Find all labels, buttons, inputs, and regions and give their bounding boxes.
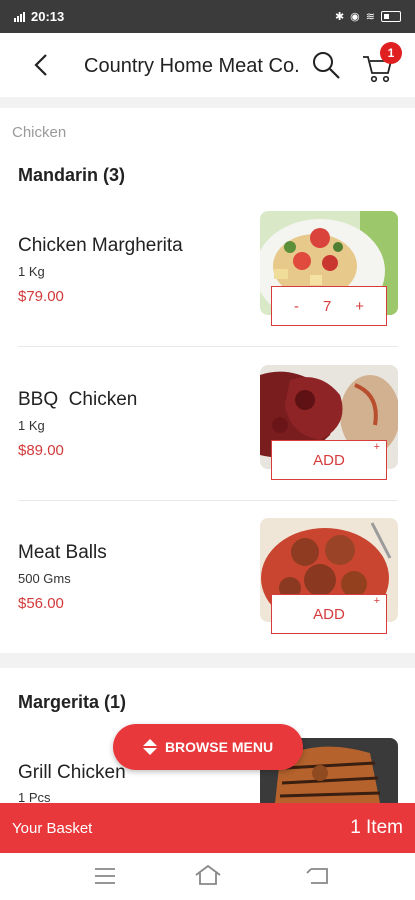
add-to-cart-button[interactable]: ADD + bbox=[271, 440, 387, 480]
browse-menu-label: BROWSE MENU bbox=[164, 739, 274, 755]
home-icon[interactable] bbox=[194, 864, 222, 886]
product-quantity: 1 Kg bbox=[18, 264, 45, 279]
product-name[interactable]: Grill Chicken bbox=[18, 762, 126, 784]
system-nav-bar bbox=[0, 853, 415, 900]
divider bbox=[18, 500, 398, 501]
basket-bar[interactable]: Your Basket 1 Item bbox=[0, 803, 415, 853]
back-arrow-icon[interactable] bbox=[28, 51, 56, 79]
battery-icon bbox=[381, 11, 401, 22]
increase-button[interactable]: + bbox=[355, 298, 364, 315]
app-header: Country Home Meat Co. 1 bbox=[0, 33, 415, 97]
basket-label: Your Basket bbox=[12, 819, 93, 837]
page-title: Country Home Meat Co. bbox=[84, 55, 300, 77]
section-title: Margerita (1) bbox=[18, 692, 127, 712]
add-plus-icon: + bbox=[373, 441, 380, 453]
add-plus-icon: + bbox=[373, 595, 380, 607]
browse-menu-button[interactable]: BROWSE MENU bbox=[113, 724, 303, 770]
add-to-cart-button[interactable]: ADD + bbox=[271, 594, 387, 634]
return-icon[interactable] bbox=[305, 866, 329, 886]
wifi-icon: ≋ bbox=[365, 11, 375, 23]
quantity-stepper: - 7 + bbox=[271, 286, 387, 326]
search-icon[interactable] bbox=[310, 49, 342, 81]
section-title: Mandarin (3) bbox=[18, 165, 126, 185]
decrease-button[interactable]: - bbox=[294, 298, 299, 315]
product-name[interactable]: BBQ Chicken bbox=[18, 389, 137, 411]
add-button-label: ADD bbox=[313, 605, 345, 623]
product-price: $79.00 bbox=[18, 288, 64, 305]
product-price: $56.00 bbox=[18, 595, 64, 612]
add-button-label: ADD bbox=[313, 451, 345, 469]
alarm-icon: ◉ bbox=[350, 11, 360, 23]
basket-count: 1 Item bbox=[350, 817, 403, 838]
status-time: 20:13 bbox=[31, 9, 65, 24]
product-quantity: 1 Kg bbox=[18, 418, 45, 433]
menu-icon[interactable] bbox=[94, 867, 116, 885]
bluetooth-icon: ✱ bbox=[334, 11, 345, 23]
browse-toggle-icon bbox=[142, 739, 157, 755]
quantity-value: 7 bbox=[322, 297, 332, 315]
divider bbox=[18, 346, 398, 347]
cart-count-badge: 1 bbox=[380, 42, 402, 64]
status-bar: 20:13 ✱ ◉ ≋ bbox=[0, 0, 415, 33]
breadcrumb: Chicken bbox=[12, 124, 67, 141]
product-quantity: 500 Gms bbox=[18, 571, 71, 586]
product-price: $89.00 bbox=[18, 442, 64, 459]
product-name[interactable]: Meat Balls bbox=[18, 542, 107, 564]
signal-icon bbox=[14, 11, 25, 22]
product-name[interactable]: Chicken Margherita bbox=[18, 235, 183, 257]
